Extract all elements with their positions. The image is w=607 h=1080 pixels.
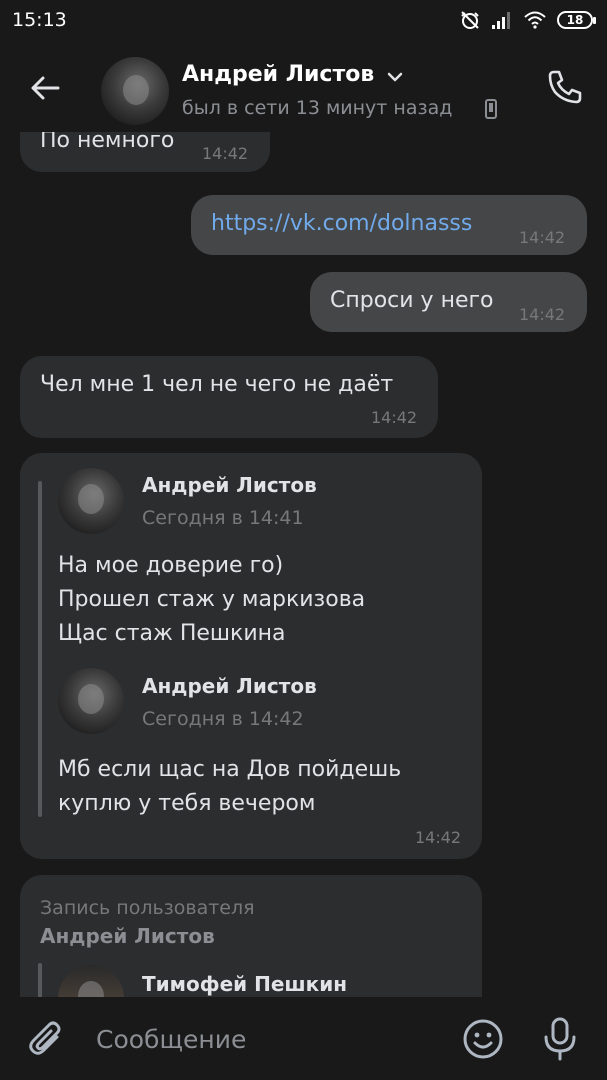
chevron-down-icon[interactable]: [386, 70, 404, 84]
call-button[interactable]: [545, 67, 585, 107]
message-time: 14:42: [415, 828, 462, 847]
chat-header: Андрей Листов был в сети 13 минут назад: [0, 40, 607, 132]
message-time: 14:42: [371, 408, 418, 427]
contact-status: был в сети 13 минут назад: [182, 97, 453, 119]
microphone-icon: [544, 1017, 576, 1061]
message-input[interactable]: [96, 1019, 436, 1059]
message-time: 14:42: [519, 305, 566, 324]
message-time: 14:42: [202, 144, 249, 163]
message-time: 14:42: [519, 228, 566, 247]
battery-icon: 18: [557, 11, 596, 29]
forwarded-author-name[interactable]: Андрей Листов: [142, 674, 317, 698]
forwarded-author-name[interactable]: Андрей Листов: [142, 473, 317, 497]
arrow-left-icon: [31, 76, 60, 100]
message-bubble-incoming[interactable]: Чел мне 1 чел не чего не даёт 14:42: [20, 356, 438, 438]
forwarded-message-bubble[interactable]: Андрей Листов Сегодня в 14:41 На мое дов…: [20, 453, 482, 859]
forwarded-author-avatar[interactable]: [58, 468, 124, 534]
message-bubble-outgoing[interactable]: https://vk.com/dolnasss 14:42: [191, 195, 587, 255]
smiley-icon: [463, 1019, 503, 1059]
contact-name[interactable]: Андрей Листов: [182, 62, 374, 87]
forwarded-date: Сегодня в 14:42: [142, 708, 304, 730]
forwarded-date: Сегодня в 14:41: [142, 507, 304, 529]
status-bar: 15:13 18: [0, 0, 607, 40]
voice-record-button[interactable]: [538, 1015, 582, 1063]
message-link[interactable]: https://vk.com/dolnasss: [211, 211, 472, 236]
back-button[interactable]: [24, 66, 68, 110]
phone-icon: [548, 70, 582, 104]
status-icons: 18: [459, 8, 596, 32]
status-time: 15:13: [12, 9, 67, 31]
signal-icon: [492, 12, 510, 29]
wifi-icon: [524, 11, 546, 29]
paperclip-icon: [29, 1021, 61, 1055]
wall-post-author[interactable]: Андрей Листов: [40, 924, 215, 948]
message-composer: [0, 997, 607, 1080]
message-bubble-outgoing[interactable]: Спроси у него 14:42: [310, 272, 587, 332]
forward-quote-bar: [38, 481, 42, 817]
forwarded-author-avatar[interactable]: [58, 668, 124, 734]
mobile-phone-icon: [485, 99, 497, 119]
forwarded-text: На мое доверие го) Прошел стаж у маркизо…: [58, 553, 366, 646]
forwarded-text: Мб если щас на Дов пойдешь куплю у тебя …: [58, 757, 402, 816]
wall-post-label: Запись пользователя: [40, 897, 255, 919]
post-author-name[interactable]: Тимофей Пешкин: [142, 972, 347, 996]
emoji-button[interactable]: [461, 1017, 505, 1061]
alarm-off-icon: [461, 11, 479, 29]
message-text: Чел мне 1 чел не чего не даёт: [40, 372, 394, 397]
attach-button[interactable]: [26, 1017, 68, 1061]
contact-avatar[interactable]: [101, 57, 169, 125]
message-text: Спроси у него: [330, 288, 494, 313]
